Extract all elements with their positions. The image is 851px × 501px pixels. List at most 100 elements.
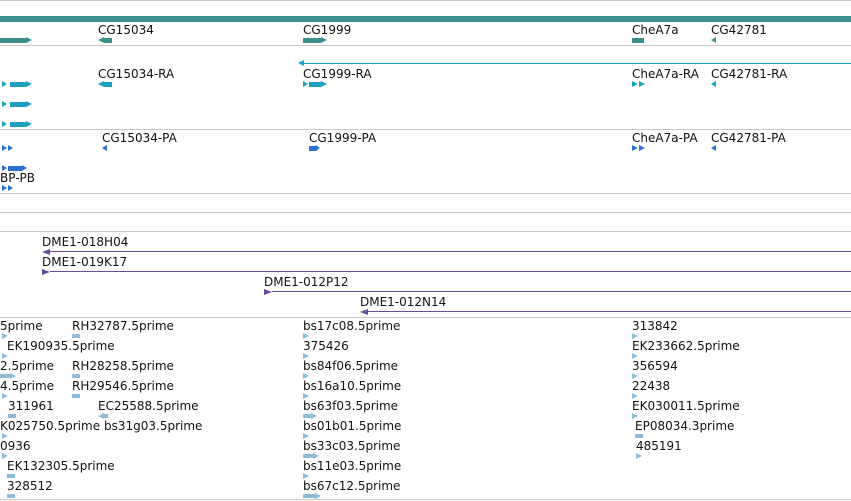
gene-feature[interactable] bbox=[0, 38, 26, 43]
gene-feature[interactable] bbox=[104, 38, 112, 43]
clone-label-dme1-012n14[interactable]: DME1-012N14 bbox=[360, 295, 446, 309]
protein-label-bp-pb[interactable]: BP-PB bbox=[0, 171, 35, 185]
protein-label-chea7a-pa[interactable]: CheA7a-PA bbox=[632, 131, 698, 145]
clone-feature[interactable] bbox=[368, 311, 851, 312]
est-label[interactable]: EP08034.3prime bbox=[635, 419, 734, 433]
clone-label-dme1-019k17[interactable]: DME1-019K17 bbox=[42, 255, 127, 269]
est-label[interactable]: bs31g03.5prime bbox=[104, 419, 202, 433]
est-label[interactable]: 2.5prime bbox=[0, 359, 54, 373]
protein-label-cg15034-pa[interactable]: CG15034-PA bbox=[102, 131, 177, 145]
transcript-feature[interactable] bbox=[104, 82, 112, 87]
protein-arrow-right-icon bbox=[639, 145, 645, 151]
transcript-arrow-left-icon bbox=[298, 60, 304, 66]
est-label[interactable]: bs33c03.5prime bbox=[303, 439, 400, 453]
protein-label-cg1999-pa[interactable]: CG1999-PA bbox=[309, 131, 376, 145]
protein-track: BP-PB CG15034-PA CG1999-PA CheA7a-PA CG4… bbox=[0, 130, 851, 193]
gene-label-chea7a[interactable]: CheA7a bbox=[632, 23, 679, 37]
gene-label-cg1999[interactable]: CG1999 bbox=[303, 23, 351, 37]
est-label[interactable]: EK030011.5prime bbox=[632, 399, 740, 413]
transcript-arrow-right-icon bbox=[26, 101, 32, 107]
protein-arrow-right-icon bbox=[8, 185, 13, 191]
protein-label-cg42781-pa[interactable]: CG42781-PA bbox=[711, 131, 786, 145]
transcript-arrow-right-icon bbox=[632, 81, 638, 87]
clone-label-dme1-018h04[interactable]: DME1-018H04 bbox=[42, 235, 128, 249]
transcript-arrow-right-icon bbox=[639, 81, 645, 87]
est-label[interactable]: bs01b01.5prime bbox=[303, 419, 401, 433]
clone-arrow-left-icon bbox=[360, 309, 368, 315]
clone-track: DME1-018H04 DME1-019K17 DME1-012P12 DME1… bbox=[0, 231, 851, 318]
transcript-arrow-right-icon bbox=[2, 81, 7, 87]
est-feature[interactable] bbox=[635, 434, 643, 438]
est-label[interactable]: 375426 bbox=[303, 339, 349, 353]
est-label[interactable]: EC25588.5prime bbox=[98, 399, 199, 413]
est-feature[interactable] bbox=[7, 494, 15, 498]
clone-arrow-right-icon bbox=[264, 289, 272, 295]
gene-feature[interactable] bbox=[632, 38, 644, 43]
transcript-label-cg42781-ra[interactable]: CG42781-RA bbox=[711, 67, 787, 81]
est-feature[interactable] bbox=[303, 454, 313, 458]
est-label[interactable]: 313842 bbox=[632, 319, 678, 333]
transcript-span-line bbox=[302, 63, 851, 64]
est-label[interactable]: 5prime bbox=[0, 319, 43, 333]
est-feature[interactable] bbox=[7, 474, 15, 478]
gene-track: CG15034 CG1999 CheA7a CG42781 bbox=[0, 0, 851, 46]
est-label[interactable]: EK233662.5prime bbox=[632, 339, 740, 353]
est-label[interactable]: EK132305.5prime bbox=[7, 459, 115, 473]
est-feature[interactable] bbox=[72, 374, 80, 378]
est-feature[interactable] bbox=[72, 394, 80, 398]
transcript-arrow-right-icon bbox=[321, 81, 327, 87]
transcript-arrow-right-icon bbox=[2, 121, 7, 127]
est-label[interactable]: bs63f03.5prime bbox=[303, 399, 398, 413]
est-label[interactable]: 356594 bbox=[632, 359, 678, 373]
protein-arrow-right-icon bbox=[2, 185, 7, 191]
transcript-arrow-right-icon bbox=[26, 121, 32, 127]
protein-arrow-left-icon bbox=[102, 145, 107, 151]
clone-feature[interactable] bbox=[272, 291, 851, 292]
est-label[interactable]: bs11e03.5prime bbox=[303, 459, 401, 473]
gene-arrow-right-icon bbox=[26, 37, 32, 43]
est-feature[interactable] bbox=[303, 494, 315, 498]
est-label[interactable]: 22438 bbox=[632, 379, 670, 393]
clone-feature[interactable] bbox=[50, 271, 851, 272]
transcript-feature[interactable] bbox=[309, 82, 321, 87]
gene-feature[interactable] bbox=[303, 38, 321, 43]
est-label[interactable]: 311961 bbox=[8, 399, 54, 413]
est-label[interactable]: bs84f06.5prime bbox=[303, 359, 398, 373]
transcript-label-cg15034-ra[interactable]: CG15034-RA bbox=[98, 67, 174, 81]
est-label[interactable]: bs17c08.5prime bbox=[303, 319, 400, 333]
est-label[interactable]: RH29546.5prime bbox=[72, 379, 174, 393]
transcript-feature[interactable] bbox=[10, 102, 26, 107]
est-label[interactable]: 485191 bbox=[636, 439, 682, 453]
transcript-arrow-right-icon bbox=[26, 81, 32, 87]
est-label[interactable]: RH28258.5prime bbox=[72, 359, 174, 373]
est-feature[interactable] bbox=[303, 414, 311, 418]
transcript-label-chea7a-ra[interactable]: CheA7a-RA bbox=[632, 67, 699, 81]
est-label[interactable]: 0936 bbox=[0, 439, 31, 453]
transcript-label-cg1999-ra[interactable]: CG1999-RA bbox=[303, 67, 372, 81]
protein-arrow-right-icon bbox=[2, 145, 7, 151]
est-feature[interactable] bbox=[72, 334, 80, 338]
clone-label-dme1-012p12[interactable]: DME1-012P12 bbox=[264, 275, 349, 289]
est-arrow-right-icon bbox=[636, 453, 642, 459]
track-divider bbox=[0, 212, 851, 213]
transcript-feature[interactable] bbox=[10, 82, 26, 87]
transcript-arrow-right-icon bbox=[303, 81, 308, 87]
gene-label-cg42781[interactable]: CG42781 bbox=[711, 23, 767, 37]
est-label[interactable]: 328512 bbox=[7, 479, 53, 493]
est-label[interactable]: bs16a10.5prime bbox=[303, 379, 401, 393]
clone-feature[interactable] bbox=[50, 251, 851, 252]
est-label[interactable]: 4.5prime bbox=[0, 379, 54, 393]
est-feature[interactable] bbox=[8, 414, 16, 418]
est-label[interactable]: RH32787.5prime bbox=[72, 319, 174, 333]
gene-label-cg15034[interactable]: CG15034 bbox=[98, 23, 154, 37]
transcript-arrow-left-icon bbox=[711, 81, 716, 87]
est-label[interactable]: EK190935.5prime bbox=[7, 339, 115, 353]
est-label[interactable]: K025750.5prime bbox=[0, 419, 100, 433]
est-feature[interactable] bbox=[0, 374, 10, 378]
est-label[interactable]: bs67c12.5prime bbox=[303, 479, 400, 493]
clone-arrow-right-icon bbox=[42, 269, 50, 275]
protein-feature[interactable] bbox=[309, 146, 316, 151]
track-divider bbox=[0, 193, 851, 194]
transcript-feature[interactable] bbox=[10, 122, 26, 127]
est-feature[interactable] bbox=[104, 414, 108, 418]
